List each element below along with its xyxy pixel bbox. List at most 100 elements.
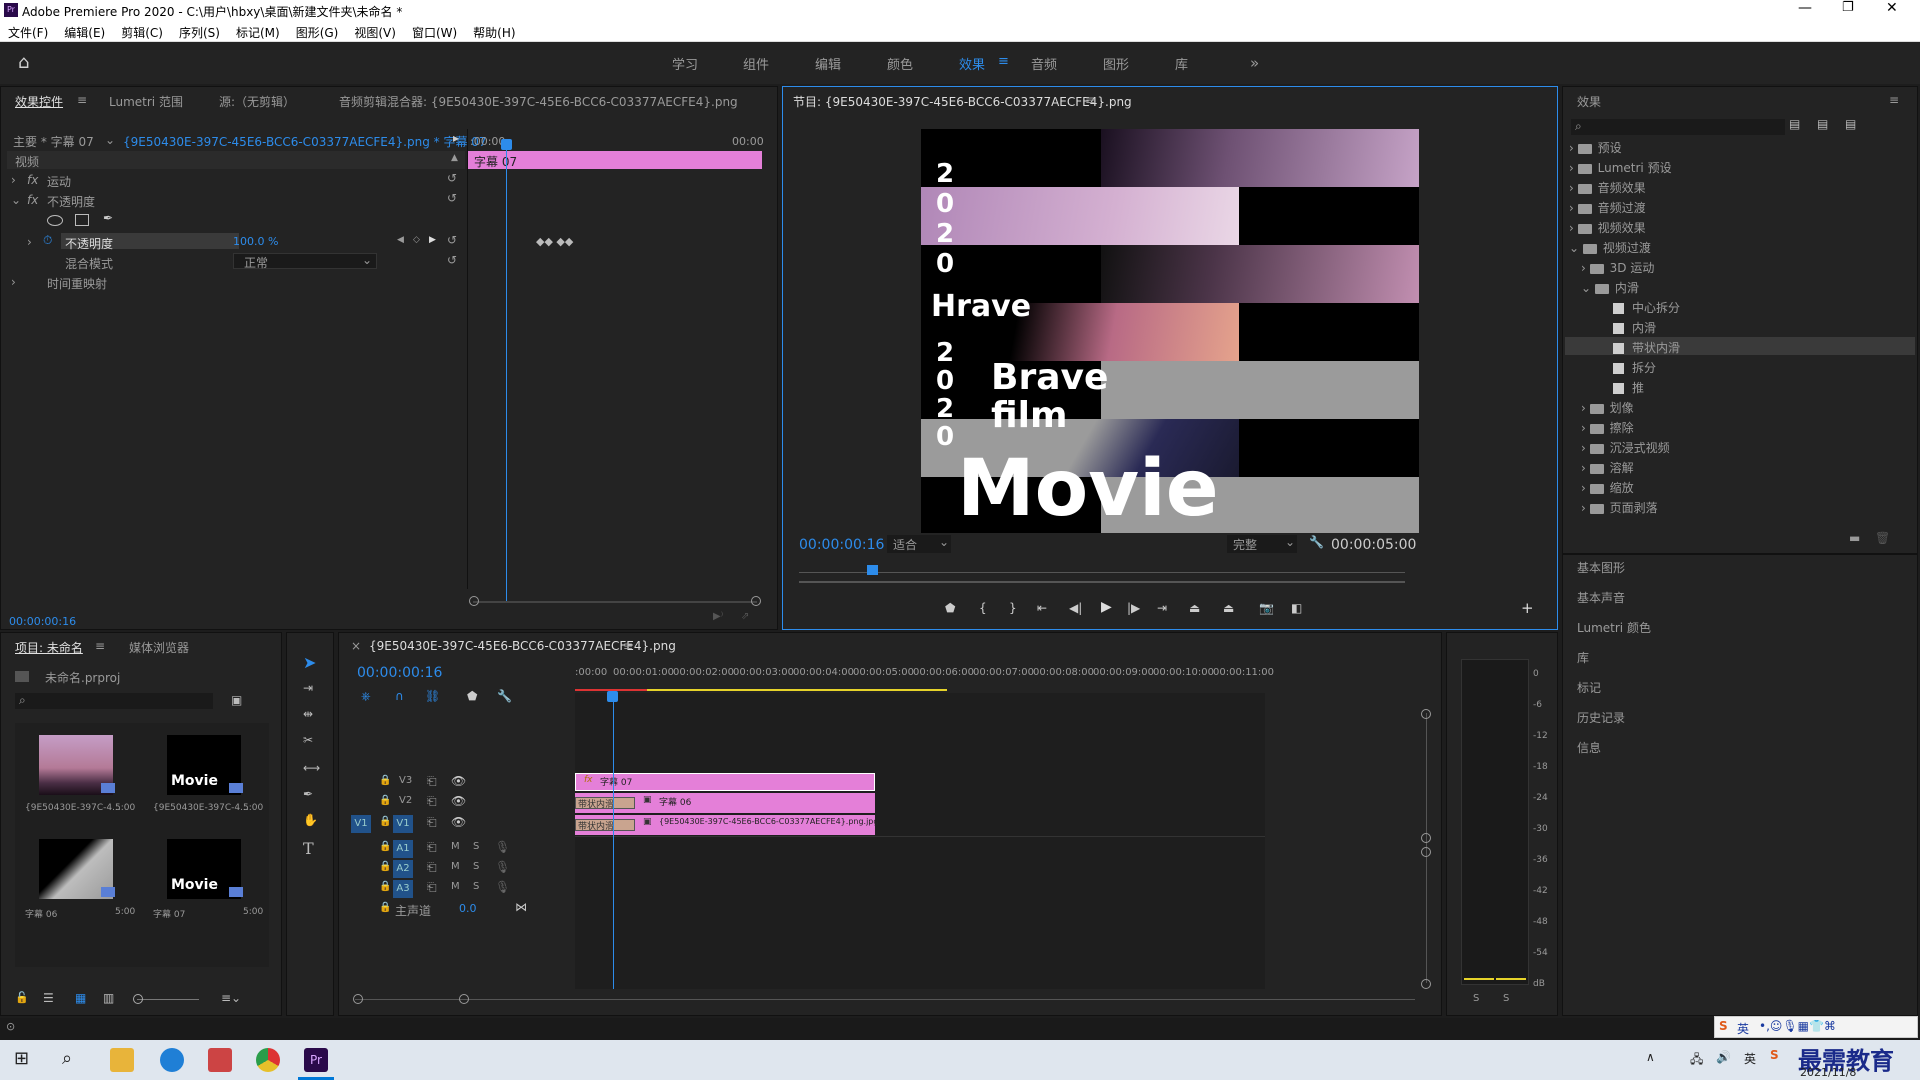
transition-band-slide[interactable]: 带状内滑: [575, 819, 635, 832]
tree-item-split[interactable]: 拆分: [1613, 359, 1656, 376]
prev-keyframe-icon[interactable]: ◀: [397, 235, 404, 245]
mute-button[interactable]: M: [451, 841, 460, 852]
scroll-handle-icon[interactable]: [469, 596, 479, 606]
home-icon[interactable]: ⌂: [18, 52, 29, 73]
tab-project[interactable]: 项目: 未命名: [15, 639, 83, 656]
workspace-learn[interactable]: 学习: [672, 54, 698, 73]
lock-track-icon[interactable]: 🔒: [379, 795, 391, 806]
lock-icon[interactable]: 🔓: [15, 991, 29, 1004]
lock-track-icon[interactable]: 🔒: [379, 816, 391, 827]
tree-item-video-effects[interactable]: › 视频效果: [1569, 219, 1646, 236]
fit-select[interactable]: 适合 ⌄: [887, 535, 951, 553]
lock-track-icon[interactable]: 🔒: [379, 841, 391, 852]
sogou-logo-icon[interactable]: S: [1719, 1019, 1728, 1033]
lock-track-icon[interactable]: 🔒: [379, 775, 391, 786]
bowtie-icon[interactable]: ⋈: [515, 900, 527, 914]
32bit-effects-icon[interactable]: ▤: [1817, 117, 1828, 131]
solo-left-button[interactable]: S: [1473, 993, 1479, 1004]
clip-v2[interactable]: 带状内滑 ▣ 字幕 06: [575, 793, 875, 813]
track-label-a1[interactable]: A1: [393, 840, 413, 858]
track-label-v3[interactable]: V3: [399, 775, 412, 786]
app-icon[interactable]: [208, 1048, 232, 1072]
slip-tool-icon[interactable]: ⟷: [303, 761, 320, 775]
tree-item-dissolve[interactable]: › 溶解: [1581, 459, 1634, 476]
network-icon[interactable]: 🖧: [1690, 1050, 1703, 1071]
panel-libraries[interactable]: 库: [1577, 649, 1589, 666]
new-bin-icon[interactable]: ▬: [1849, 531, 1860, 545]
panel-info[interactable]: 信息: [1577, 739, 1601, 756]
tree-item-immersive[interactable]: › 沉浸式视频: [1581, 439, 1670, 456]
maximize-icon[interactable]: ❐: [1842, 0, 1854, 15]
close-icon[interactable]: ✕: [1886, 0, 1898, 16]
panel-menu-icon[interactable]: ≡: [623, 639, 633, 653]
mute-button[interactable]: M: [451, 881, 460, 892]
transition-band-slide[interactable]: 带状内滑: [575, 797, 635, 810]
snap-icon[interactable]: ∩: [395, 689, 404, 703]
extract-icon[interactable]: ⏏: [1223, 601, 1234, 615]
sync-lock-icon[interactable]: ⎗: [427, 774, 437, 789]
scroll-handle-icon[interactable]: [353, 994, 363, 1004]
sync-lock-icon[interactable]: ⎗: [427, 794, 437, 809]
go-to-in-icon[interactable]: ⇤: [1037, 601, 1047, 615]
tree-item-slide-effect[interactable]: 内滑: [1613, 319, 1656, 336]
tab-lumetri-scopes[interactable]: Lumetri 范围: [109, 93, 183, 110]
mic-icon[interactable]: 🎙: [495, 840, 510, 854]
play-icon[interactable]: ▶: [1101, 599, 1112, 615]
scroll-handle-icon[interactable]: [1421, 833, 1431, 843]
new-bin-from-search-icon[interactable]: ▣: [231, 693, 242, 707]
timeline-playhead-icon[interactable]: [607, 691, 618, 702]
program-timecode[interactable]: 00:00:00:16: [799, 537, 884, 553]
panel-essential-graphics[interactable]: 基本图形: [1577, 559, 1625, 576]
panel-menu-icon[interactable]: ≡: [1889, 93, 1899, 107]
scroll-handle-icon[interactable]: [1421, 979, 1431, 989]
scroll-handle-icon[interactable]: [1421, 847, 1431, 857]
mute-button[interactable]: M: [451, 861, 460, 872]
play-audio-icon[interactable]: ▶⁾: [713, 611, 723, 622]
nest-icon[interactable]: ⎈: [361, 689, 371, 704]
rectangle-mask-icon[interactable]: [75, 214, 89, 226]
tree-item-video-transitions[interactable]: ⌄ 视频过渡: [1569, 239, 1651, 256]
tree-item-page-peel[interactable]: › 页面剥落: [1581, 499, 1658, 516]
track-label-a2[interactable]: A2: [393, 860, 413, 878]
tree-item-slide[interactable]: ⌄ 内滑: [1581, 279, 1639, 296]
playhead-icon[interactable]: [501, 139, 512, 150]
windows-start-icon[interactable]: ⊞: [14, 1048, 29, 1069]
master-clip-label[interactable]: 主要 * 字幕 07: [13, 133, 94, 150]
zoom-slider[interactable]: [137, 999, 199, 1000]
hand-tool-icon[interactable]: ✋: [303, 813, 318, 827]
expand-opacity-param-icon[interactable]: ›: [27, 235, 32, 249]
workspace-more-icon[interactable]: »: [1250, 54, 1259, 72]
ime-language[interactable]: 英: [1737, 1020, 1749, 1037]
timeline-close-icon[interactable]: ×: [351, 639, 361, 653]
eye-icon[interactable]: 👁: [451, 815, 466, 829]
sogou-icon[interactable]: S: [1770, 1048, 1779, 1062]
tab-audio-clip-mixer[interactable]: 音频剪辑混合器: {9E50430E-397C-45E6-BCC6-C03377…: [339, 93, 738, 110]
timeline-timecode[interactable]: 00:00:00:16: [357, 665, 442, 681]
tree-item-lumetri-presets[interactable]: › Lumetri 预设: [1569, 159, 1672, 176]
track-label-v1[interactable]: V1: [393, 815, 413, 833]
menu-clip[interactable]: 剪辑(C): [113, 22, 171, 43]
tree-item-center-split[interactable]: 中心拆分: [1613, 299, 1680, 316]
menu-window[interactable]: 窗口(W): [404, 22, 465, 43]
effect-controls-timecode[interactable]: 00:00:00:16: [9, 615, 76, 628]
workspace-effects[interactable]: 效果: [959, 54, 985, 73]
scroll-handle-icon[interactable]: [459, 994, 469, 1004]
wrench-icon[interactable]: 🔧: [497, 689, 512, 703]
volume-icon[interactable]: 🔊: [1716, 1050, 1731, 1064]
tree-item-iris[interactable]: › 划像: [1581, 399, 1634, 416]
collapse-opacity-icon[interactable]: ⌄: [11, 193, 21, 207]
menu-help[interactable]: 帮助(H): [465, 22, 523, 43]
mark-in-icon[interactable]: {: [979, 601, 987, 615]
panel-markers[interactable]: 标记: [1577, 679, 1601, 696]
expand-motion-icon[interactable]: ›: [11, 173, 16, 187]
clock-date[interactable]: 2021/11/8: [1800, 1066, 1856, 1079]
sort-icon[interactable]: ≡⌄: [221, 991, 241, 1005]
master-volume-value[interactable]: 0.0: [459, 902, 477, 915]
timeline-ruler[interactable]: :00:00 00:00:01:00 00:00:02:00 00:00:03:…: [575, 667, 1274, 693]
edge-icon[interactable]: [160, 1048, 184, 1072]
wrench-icon[interactable]: 🔧: [1309, 535, 1324, 549]
tree-item-wipe[interactable]: › 擦除: [1581, 419, 1634, 436]
tree-item-3d-motion[interactable]: › 3D 运动: [1581, 259, 1654, 276]
go-to-out-icon[interactable]: ⇥: [1157, 601, 1167, 615]
panel-menu-icon[interactable]: ≡: [95, 639, 105, 653]
